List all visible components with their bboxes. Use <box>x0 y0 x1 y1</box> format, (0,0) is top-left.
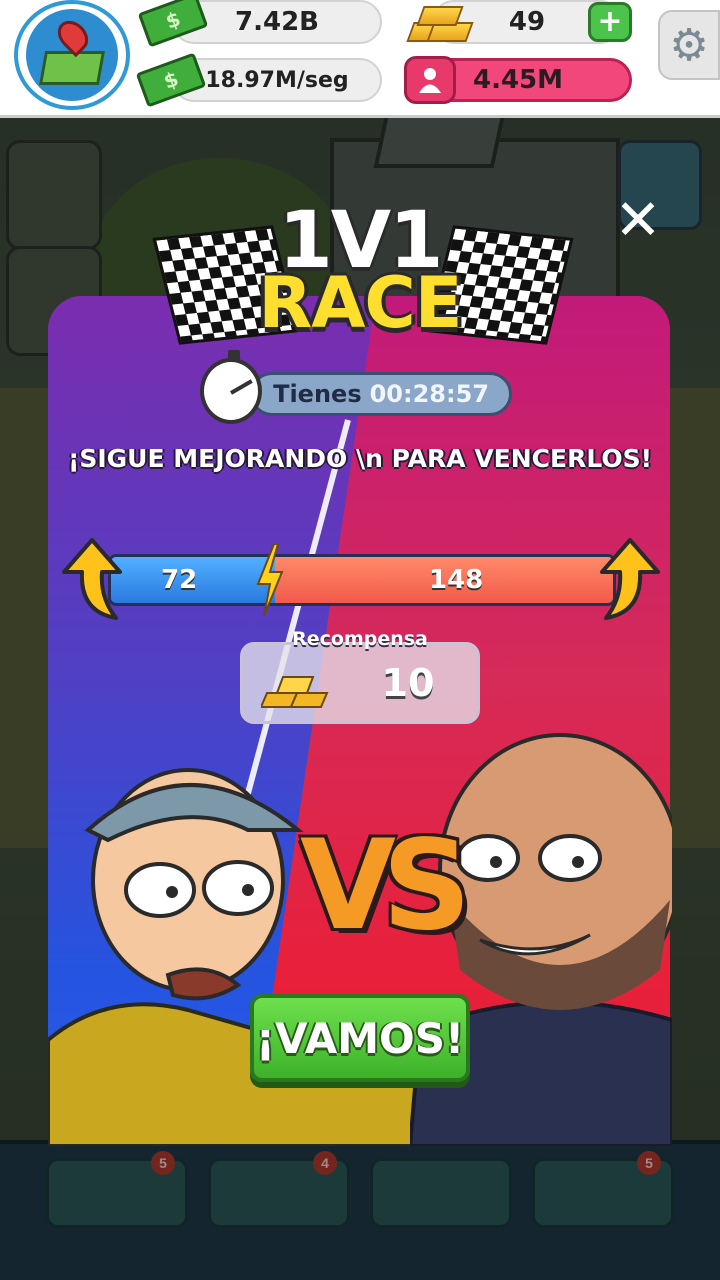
settings-gear-button[interactable]: ⚙ <box>658 10 720 80</box>
timer-pill: Tienes 00:28:57 <box>250 372 512 416</box>
race-title: 1V1 RACE <box>160 196 560 356</box>
start-race-button[interactable]: ¡VAMOS! <box>250 994 470 1082</box>
lightning-bolt-icon <box>256 544 284 616</box>
reward-box: 10 <box>240 642 480 724</box>
reward-label: Recompensa <box>292 628 428 650</box>
opponent-score: 148 <box>429 565 484 595</box>
add-gold-button[interactable]: + <box>588 2 632 42</box>
close-button[interactable]: ✕ <box>608 188 668 253</box>
start-race-button-label: ¡VAMOS! <box>255 1013 465 1063</box>
race-progress-bar: 72 148 <box>108 554 616 606</box>
timer-value: 00:28:57 <box>369 380 489 408</box>
map-icon <box>26 9 118 101</box>
fan-person-icon <box>404 56 456 104</box>
title-race: RACE <box>258 262 462 344</box>
player-score: 72 <box>161 565 198 595</box>
race-message: ¡SIGUE MEJORANDO \n PARA VENCERLOS! <box>67 444 653 473</box>
upgrade-arrow-left-icon <box>62 538 122 620</box>
stopwatch-icon <box>200 350 262 424</box>
gear-icon: ⚙ <box>669 19 709 71</box>
timer-label: Tienes <box>273 380 362 408</box>
gold-bars-icon <box>261 676 329 708</box>
map-button[interactable] <box>14 0 130 110</box>
reward-amount: 10 <box>381 661 435 705</box>
versus-label: VS <box>300 814 471 958</box>
top-hud: 7.42B $ 18.97M/seg $ 49 + 4.45M ⚙ <box>0 0 720 118</box>
upgrade-arrow-right-icon <box>600 538 660 620</box>
gold-bars-icon <box>406 4 474 44</box>
